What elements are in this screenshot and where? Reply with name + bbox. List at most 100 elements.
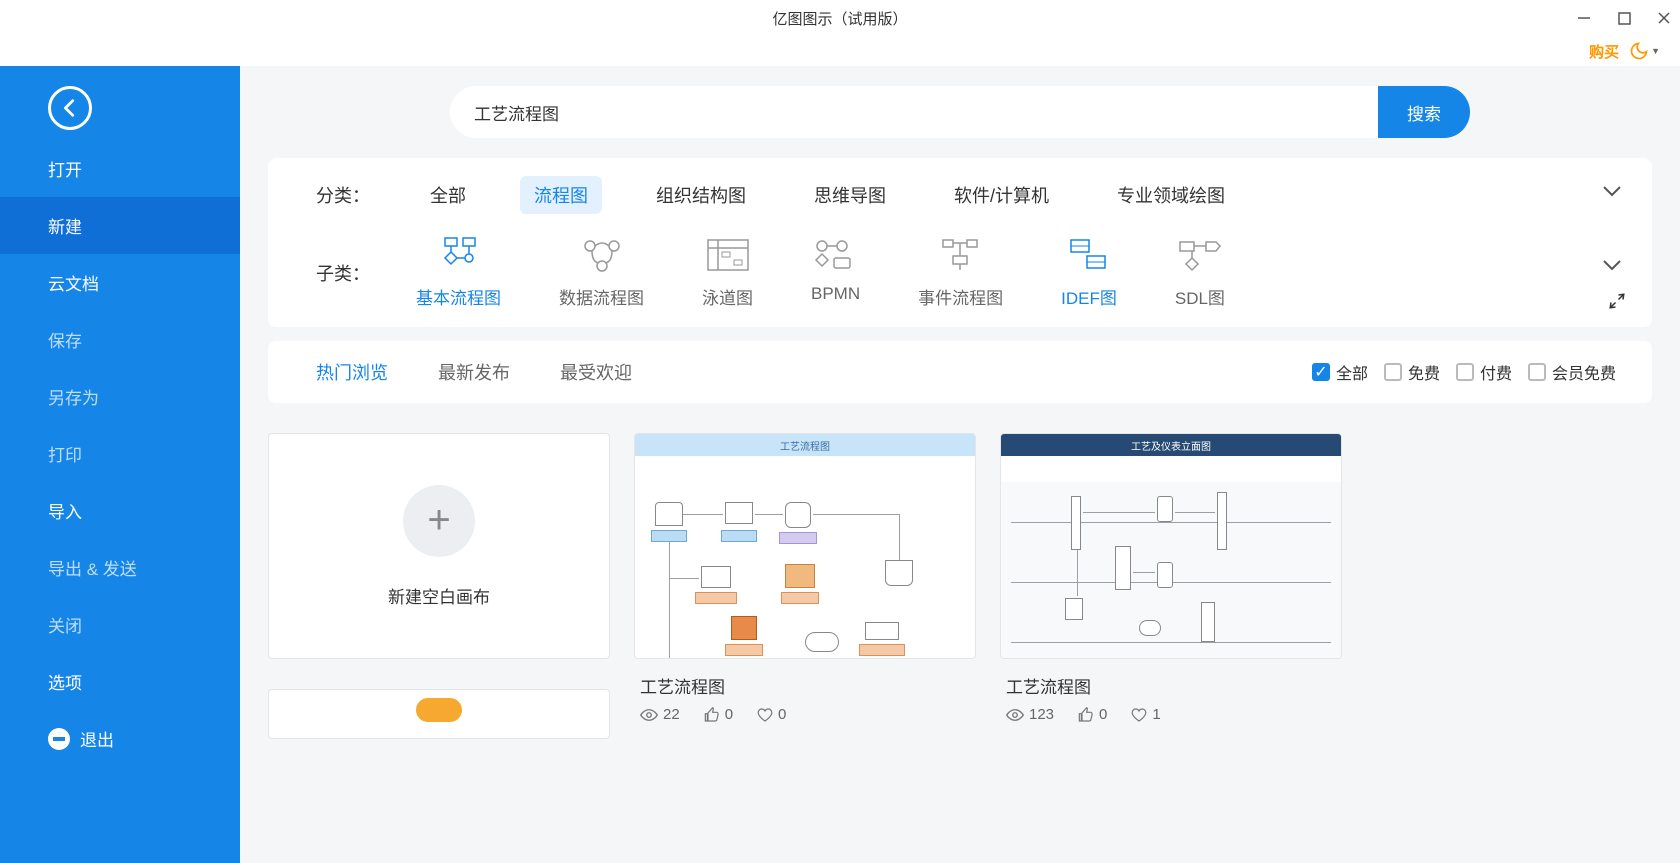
moon-icon — [1629, 41, 1649, 61]
subcategory-label-text: 基本流程图 — [416, 284, 501, 309]
subcategory-swimlane[interactable]: 泳道图 — [702, 236, 753, 309]
category-expand-toggle[interactable] — [1602, 184, 1622, 203]
search-bar: 搜索 — [450, 86, 1470, 138]
subcategory-basic-flowchart[interactable]: 基本流程图 — [416, 236, 501, 309]
buy-link[interactable]: 购买 — [1589, 41, 1619, 62]
category-item-flowchart[interactable]: 流程图 — [520, 176, 602, 214]
template-thumbnail-shape — [416, 698, 462, 722]
idef-icon — [1065, 236, 1113, 274]
subcategory-bpmn[interactable]: BPMN — [811, 236, 860, 309]
basic-flowchart-icon — [435, 236, 483, 274]
category-item-all[interactable]: 全部 — [416, 176, 480, 214]
category-item-mindmap[interactable]: 思维导图 — [800, 176, 900, 214]
template-preview[interactable]: 工艺流程图 — [634, 433, 976, 659]
filter-checks: ✓ 全部 免费 付费 会员免费 — [1312, 360, 1616, 384]
chevron-down-icon — [1602, 258, 1622, 272]
chevron-down-icon — [1602, 184, 1622, 198]
filter-tab-popular[interactable]: 热门浏览 — [316, 359, 388, 385]
minimize-button[interactable] — [1576, 10, 1592, 26]
sidebar-item-label: 选项 — [48, 669, 82, 694]
subcategory-label-text: SDL图 — [1175, 284, 1225, 309]
subcategory-event-flowchart[interactable]: 事件流程图 — [918, 236, 1003, 309]
template-title: 工艺流程图 — [640, 673, 976, 698]
sidebar-item-import[interactable]: 导入 — [0, 482, 240, 539]
filter-check-label: 会员免费 — [1552, 360, 1616, 384]
theme-toggle[interactable]: ▼ — [1629, 41, 1660, 61]
fullscreen-toggle[interactable] — [1608, 292, 1626, 315]
heart-icon — [1131, 707, 1147, 723]
stat-value: 1 — [1152, 706, 1160, 723]
stat-value: 0 — [1099, 706, 1107, 723]
subcategory-idef[interactable]: IDEF图 — [1061, 236, 1117, 309]
sdl-icon — [1176, 236, 1224, 274]
eye-icon — [640, 708, 658, 722]
subcategory-label-text: 数据流程图 — [559, 284, 644, 309]
action-row: 购买 ▼ — [0, 36, 1680, 66]
filter-check-paid[interactable]: 付费 — [1456, 360, 1512, 384]
sidebar-item-label: 导出 & 发送 — [48, 555, 137, 580]
filter-check-label: 免费 — [1408, 360, 1440, 384]
template-title: 工艺流程图 — [1006, 673, 1342, 698]
sidebar-item-options[interactable]: 选项 — [0, 653, 240, 710]
search-button-label: 搜索 — [1407, 100, 1441, 125]
checkbox-icon — [1384, 363, 1402, 381]
stat-value: 22 — [663, 706, 680, 723]
maximize-button[interactable] — [1616, 10, 1632, 26]
filter-check-free[interactable]: 免费 — [1384, 360, 1440, 384]
sidebar-item-saveas[interactable]: 另存为 — [0, 368, 240, 425]
stat-likes: 0 — [704, 706, 733, 723]
sidebar-item-cloud[interactable]: 云文档 — [0, 254, 240, 311]
search-button[interactable]: 搜索 — [1378, 86, 1470, 138]
sidebar-item-export[interactable]: 导出 & 发送 — [0, 539, 240, 596]
back-button[interactable] — [48, 86, 92, 130]
category-item-orgchart[interactable]: 组织结构图 — [642, 176, 760, 214]
data-flowchart-icon — [578, 236, 626, 274]
expand-icon — [1608, 292, 1626, 310]
sidebar-item-close[interactable]: 关闭 — [0, 596, 240, 653]
filter-check-label: 全部 — [1336, 360, 1368, 384]
bpmn-icon — [812, 236, 860, 274]
filter-tab-most-liked[interactable]: 最受欢迎 — [560, 359, 632, 385]
stat-favs: 0 — [757, 706, 786, 723]
search-input[interactable] — [450, 102, 1378, 122]
category-item-software[interactable]: 软件/计算机 — [940, 176, 1063, 214]
subcategory-sdl[interactable]: SDL图 — [1175, 236, 1225, 309]
subcategory-data-flowchart[interactable]: 数据流程图 — [559, 236, 644, 309]
template-card-partial[interactable] — [268, 689, 610, 739]
sidebar-item-save[interactable]: 保存 — [0, 311, 240, 368]
heart-icon — [757, 707, 773, 723]
template-thumbnail-title: 工艺及仪表立面图 — [1001, 434, 1341, 456]
filter-check-member-free[interactable]: 会员免费 — [1528, 360, 1616, 384]
thumbs-up-icon — [1078, 707, 1094, 723]
template-stats: 22 0 0 — [634, 706, 976, 723]
filter-panel: 热门浏览 最新发布 最受欢迎 ✓ 全部 免费 付费 会员免费 — [268, 341, 1652, 403]
sidebar-item-print[interactable]: 打印 — [0, 425, 240, 482]
subcategory-expand-toggle[interactable] — [1602, 258, 1622, 277]
sidebar-item-label: 保存 — [48, 327, 82, 352]
close-button[interactable] — [1656, 10, 1672, 26]
subcategory-label-text: 事件流程图 — [918, 284, 1003, 309]
template-blank-canvas[interactable]: + 新建空白画布 — [268, 433, 610, 659]
plus-icon: + — [403, 485, 475, 557]
stat-value: 0 — [778, 706, 786, 723]
blank-canvas-label: 新建空白画布 — [388, 583, 490, 608]
sidebar-item-exit[interactable]: 退出 — [0, 710, 240, 767]
filter-tab-newest[interactable]: 最新发布 — [438, 359, 510, 385]
checkbox-icon: ✓ — [1312, 363, 1330, 381]
sidebar-item-label: 打印 — [48, 441, 82, 466]
sidebar-item-new[interactable]: 新建 — [0, 197, 240, 254]
checkbox-icon — [1456, 363, 1474, 381]
subcategory-label-text: BPMN — [811, 284, 860, 304]
sidebar-item-label: 新建 — [48, 213, 82, 238]
category-row: 分类： 全部 流程图 组织结构图 思维导图 软件/计算机 专业领域绘图 — [316, 176, 1616, 214]
subcategory-row: 子类： 基本流程图 数据流程图 泳道图 — [316, 236, 1616, 309]
swimlane-icon — [704, 236, 752, 274]
sidebar-item-label: 云文档 — [48, 270, 99, 295]
thumbs-up-icon — [704, 707, 720, 723]
window-title: 亿图图示（试用版） — [772, 8, 907, 29]
category-item-professional[interactable]: 专业领域绘图 — [1103, 176, 1239, 214]
sidebar-item-open[interactable]: 打开 — [0, 140, 240, 197]
filter-check-all[interactable]: ✓ 全部 — [1312, 360, 1368, 384]
sidebar-item-label: 打开 — [48, 156, 82, 181]
template-preview[interactable]: 工艺及仪表立面图 — [1000, 433, 1342, 659]
